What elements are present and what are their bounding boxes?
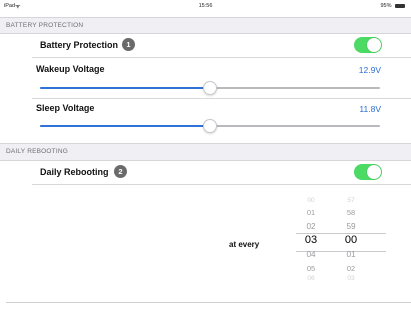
sleep-voltage-value: 11.8V	[359, 104, 381, 114]
wakeup-slider-thumb[interactable]	[203, 81, 217, 95]
status-bar: iPad ᯤ 15:56 95%	[0, 0, 411, 12]
hour-option[interactable]: 02	[296, 222, 326, 231]
row-divider	[32, 57, 411, 58]
hour-option[interactable]: 03	[296, 234, 326, 246]
hour-option[interactable]: 05	[296, 264, 326, 273]
minute-picker-column[interactable]: 57 58 59 00 01 02 03	[336, 193, 366, 291]
section-header-battery-protection: BATTERY PROTECTION	[0, 17, 411, 34]
minute-option[interactable]: 59	[336, 222, 366, 231]
time-picker[interactable]: 00 01 02 03 04 05 06 57 58 59 00 01 02 03	[296, 193, 386, 291]
clock: 15:56	[198, 3, 213, 9]
bottom-divider	[6, 302, 411, 303]
battery-icon	[395, 3, 405, 8]
wakeup-slider-fill	[40, 87, 210, 89]
section-header-daily-rebooting: DAILY REBOOTING	[0, 143, 411, 161]
daily-rebooting-label: Daily Rebooting	[40, 167, 109, 177]
toggle-knob	[367, 38, 381, 52]
wakeup-voltage-label: Wakeup Voltage	[36, 64, 105, 74]
battery-protection-label: Battery Protection	[40, 40, 119, 50]
hour-option[interactable]: 04	[296, 250, 326, 259]
sleep-slider-thumb[interactable]	[203, 119, 217, 133]
minute-option[interactable]: 03	[336, 275, 366, 282]
sleep-slider-fill	[40, 125, 210, 127]
minute-option[interactable]: 00	[336, 234, 366, 246]
hour-option[interactable]: 00	[296, 197, 326, 204]
info-badge-1[interactable]: 1	[122, 38, 135, 51]
sleep-voltage-label: Sleep Voltage	[36, 103, 95, 113]
hour-option[interactable]: 06	[296, 275, 326, 282]
battery-protection-toggle[interactable]	[354, 37, 382, 53]
minute-option[interactable]: 01	[336, 250, 366, 259]
hour-picker-column[interactable]: 00 01 02 03 04 05 06	[296, 193, 326, 291]
row-divider	[32, 98, 411, 99]
row-divider	[32, 184, 411, 185]
wakeup-voltage-value: 12.9V	[358, 65, 381, 75]
minute-option[interactable]: 57	[336, 197, 366, 204]
minute-option[interactable]: 02	[336, 264, 366, 273]
at-every-label: at every	[229, 240, 260, 249]
daily-rebooting-toggle[interactable]	[354, 164, 382, 180]
minute-option[interactable]: 58	[336, 208, 366, 217]
hour-option[interactable]: 01	[296, 208, 326, 217]
battery-percent: 95%	[380, 3, 392, 9]
info-badge-2[interactable]: 2	[114, 165, 127, 178]
toggle-knob	[367, 165, 381, 179]
battery-status: 95%	[380, 3, 405, 9]
